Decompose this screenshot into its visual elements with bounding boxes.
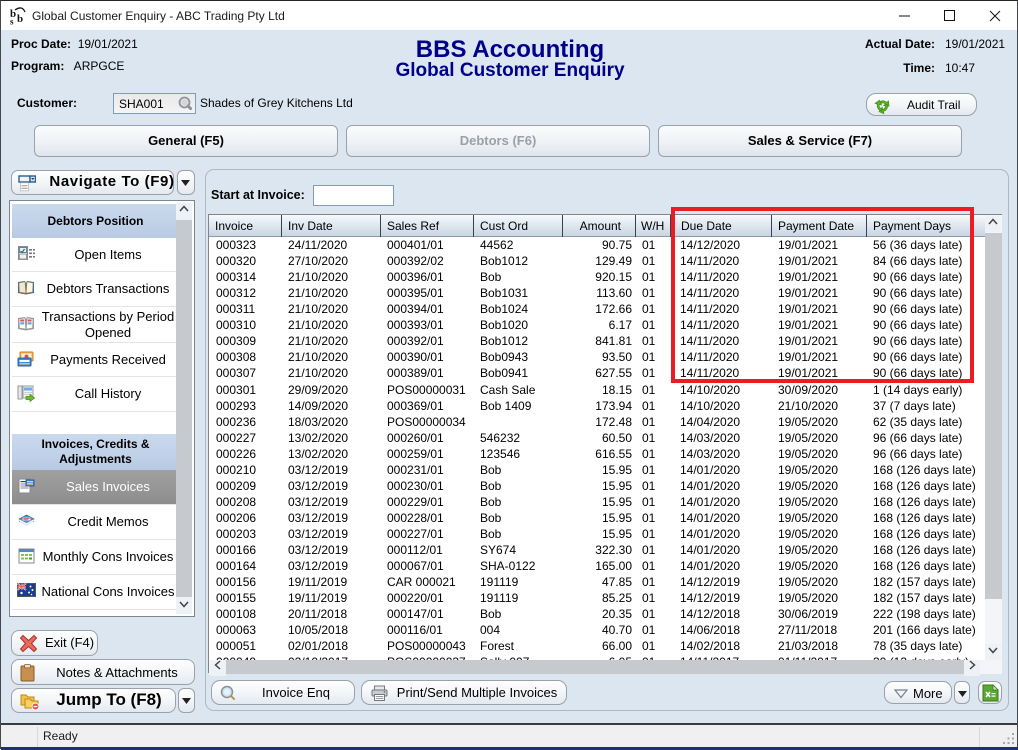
svg-text:s: s <box>10 17 14 26</box>
svg-text:b: b <box>17 13 23 25</box>
